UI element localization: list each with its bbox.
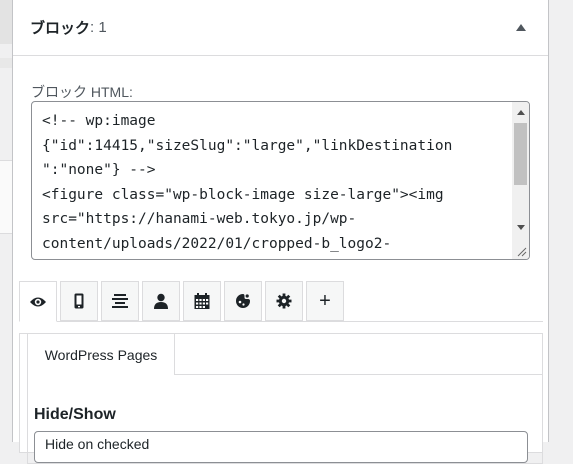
scroll-down-icon[interactable] <box>512 219 529 235</box>
block-html-textarea[interactable]: <!-- wp:image {"id":14415,"sizeSlug":"lar… <box>31 101 530 260</box>
tab-settings[interactable] <box>265 281 303 321</box>
code-line: src="https://hanami-web.tokyo.jp/wp- <box>42 211 357 228</box>
code-line: {"id":14415,"sizeSlug":"large","linkDest… <box>42 137 453 154</box>
visibility-panel: WordPress Pages Hide/Show Hide on checke… <box>19 333 543 464</box>
block-panel: ブロック: 1 ブロック HTML: <!-- wp:image {"id":14… <box>12 0 549 464</box>
left-edge-strip <box>0 0 12 44</box>
left-edge-strip <box>0 58 12 68</box>
code-line: ":"none"} --> <box>42 162 156 179</box>
tab-devices[interactable] <box>60 281 98 321</box>
tab-alignment[interactable] <box>101 281 139 321</box>
user-icon <box>154 293 168 309</box>
panel-count: : 1 <box>90 19 107 36</box>
tab-styles[interactable] <box>224 281 262 321</box>
visibility-tabs: + <box>19 281 543 322</box>
code-line: content/uploads/2022/01/cropped-b_logo2- <box>42 235 392 252</box>
tab-schedule[interactable] <box>183 281 221 321</box>
triangle-up-icon <box>516 23 526 31</box>
code-line: <!-- wp:image <box>42 113 156 129</box>
hide-show-select[interactable]: Hide on checked <box>34 431 528 463</box>
plus-icon: + <box>319 290 331 312</box>
panel-header[interactable]: ブロック: 1 <box>13 0 548 56</box>
code-line: <figure class="wp-block-image size-large… <box>42 186 444 203</box>
tab-user-roles[interactable] <box>142 281 180 321</box>
block-html-label: ブロック HTML: <box>31 84 133 100</box>
panel-title: ブロック <box>30 20 91 37</box>
scroll-up-icon[interactable] <box>512 104 529 120</box>
align-center-icon <box>112 294 128 308</box>
tab-add[interactable]: + <box>306 281 344 321</box>
textarea-scrollbar[interactable] <box>512 102 529 259</box>
color-palette-icon <box>236 294 250 308</box>
tab-wordpress-pages[interactable]: WordPress Pages <box>27 334 175 375</box>
mobile-icon <box>74 293 84 309</box>
left-edge-strip <box>0 160 12 234</box>
collapse-button[interactable] <box>514 20 528 34</box>
block-html-code[interactable]: <!-- wp:image {"id":14415,"sizeSlug":"lar… <box>42 109 508 257</box>
calendar-icon <box>194 293 210 309</box>
eye-icon <box>30 297 46 306</box>
scrollbar-thumb[interactable] <box>514 123 527 185</box>
gear-icon <box>276 293 292 309</box>
resize-handle-icon[interactable] <box>517 247 527 257</box>
hide-show-label: Hide/Show <box>34 406 116 423</box>
tab-visibility[interactable] <box>19 281 57 322</box>
